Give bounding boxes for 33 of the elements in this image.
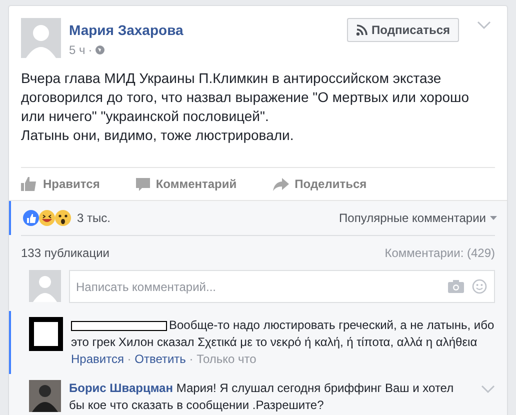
like-button[interactable]: Нравится [21,175,100,193]
rss-icon [356,24,368,36]
caret-icon[interactable] [490,216,497,220]
reaction-count[interactable]: 3 тыс. [77,209,110,227]
speech-bubble-icon [136,178,150,190]
share-arrow-icon [272,178,289,190]
avatar[interactable] [29,380,61,412]
follow-button[interactable]: Подписаться [346,18,459,42]
separator: · [188,352,194,366]
separator: · [88,42,92,59]
comment-text: Борис Шварцман Мария! Я слушал сегодня бриффинг Ваш и хотел бы кое что сказать в сообщении .Разрешите? [69,380,455,414]
like-link[interactable]: Нравится [71,352,124,366]
reply-link[interactable]: Ответить [134,352,186,366]
chevron-icon[interactable] [481,384,495,394]
author-name[interactable]: Мария Захарова [69,20,339,41]
camera-icon[interactable] [448,280,464,293]
comments-count: Комментарии: (429) [384,245,495,262]
post-text: Вчера глава МИД Украины П.Климкин в антироссийском экстазе договорился до того, что назвал выражение "О мертвых или хорошо или ничего" "украинской пословицей". [21,69,470,126]
comment-text: Вообще-то надо люстировать греческий, а не латынь, ибо это грек Хилон сказал Σχετικά με το νεκρό ή καλή, ή τίποτα, αλλά η αλήθεια [71,317,495,351]
reaction-icons[interactable] [23,210,73,226]
comment-button[interactable]: Комментарий [136,175,237,193]
emoji-icon[interactable] [472,279,487,294]
post-text: Латынь они, видимо, тоже люстрировали. [21,126,295,145]
globe-icon [95,45,106,55]
thumbs-up-icon [21,177,37,191]
comment-field[interactable]: Написать комментарий... [69,270,495,303]
avatar [29,270,61,302]
shares-count[interactable]: 133 публикации [21,244,110,262]
share-button[interactable]: Поделиться [272,175,367,193]
sort-dropdown[interactable]: Популярные комментарии [339,209,486,227]
avatar[interactable] [21,18,61,58]
chevron-icon[interactable] [477,20,491,30]
separator: · [126,352,132,366]
